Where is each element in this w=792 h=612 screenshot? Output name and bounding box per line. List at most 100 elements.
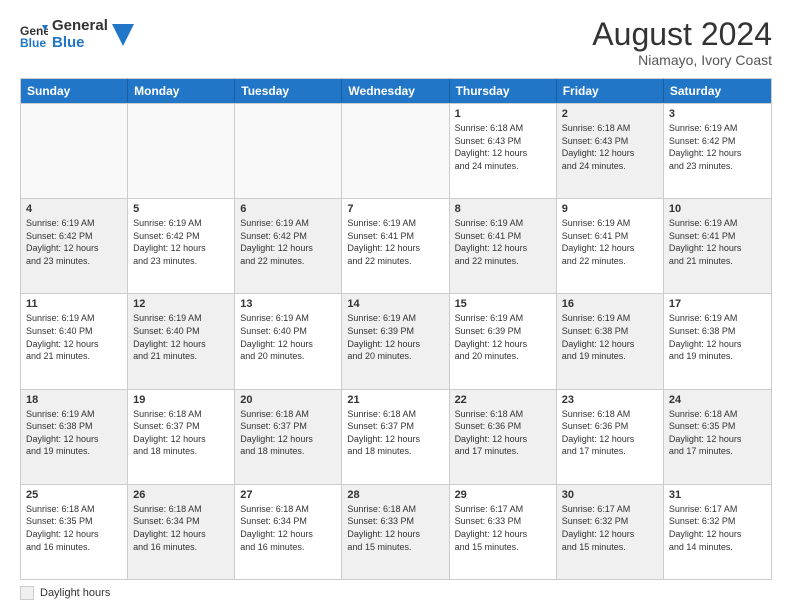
day-info: Sunrise: 6:18 AM Sunset: 6:35 PM Dayligh… (26, 503, 122, 553)
day-cell (342, 104, 449, 198)
day-number: 18 (26, 394, 122, 406)
day-header-wednesday: Wednesday (342, 79, 449, 103)
day-info: Sunrise: 6:18 AM Sunset: 6:36 PM Dayligh… (562, 408, 658, 458)
day-info: Sunrise: 6:18 AM Sunset: 6:36 PM Dayligh… (455, 408, 551, 458)
day-number: 15 (455, 298, 551, 310)
week-row-1: 1 Sunrise: 6:18 AM Sunset: 6:43 PM Daylig… (21, 103, 771, 198)
day-info: Sunrise: 6:19 AM Sunset: 6:39 PM Dayligh… (455, 312, 551, 362)
header: General Blue General Blue August 2024 Ni… (20, 18, 772, 68)
day-info: Sunrise: 6:18 AM Sunset: 6:33 PM Dayligh… (347, 503, 443, 553)
logo: General Blue General Blue (20, 18, 134, 51)
day-info: Sunrise: 6:17 AM Sunset: 6:32 PM Dayligh… (562, 503, 658, 553)
day-cell: 9 Sunrise: 6:19 AM Sunset: 6:41 PM Daylig… (557, 199, 664, 293)
day-info: Sunrise: 6:19 AM Sunset: 6:41 PM Dayligh… (455, 217, 551, 267)
logo-icon: General Blue (20, 21, 48, 49)
day-number: 31 (669, 489, 766, 501)
day-cell: 15 Sunrise: 6:19 AM Sunset: 6:39 PM Dayli… (450, 294, 557, 388)
day-info: Sunrise: 6:17 AM Sunset: 6:32 PM Dayligh… (669, 503, 766, 553)
day-cell: 24 Sunrise: 6:18 AM Sunset: 6:35 PM Dayli… (664, 390, 771, 484)
day-cell: 7Sunrise: 6:19 AM Sunset: 6:41 PM Daylig… (342, 199, 449, 293)
day-number: 4 (26, 203, 122, 215)
day-info: Sunrise: 6:19 AM Sunset: 6:41 PM Dayligh… (562, 217, 658, 267)
week-row-4: 18 Sunrise: 6:19 AM Sunset: 6:38 PM Dayli… (21, 389, 771, 484)
day-cell: 21 Sunrise: 6:18 AM Sunset: 6:37 PM Dayli… (342, 390, 449, 484)
day-number: 25 (26, 489, 122, 501)
day-cell: 22Sunrise: 6:18 AM Sunset: 6:36 PM Dayli… (450, 390, 557, 484)
day-info: Sunrise: 6:18 AM Sunset: 6:37 PM Dayligh… (347, 408, 443, 458)
day-header-tuesday: Tuesday (235, 79, 342, 103)
day-cell: 4 Sunrise: 6:19 AM Sunset: 6:42 PM Daylig… (21, 199, 128, 293)
day-info: Sunrise: 6:18 AM Sunset: 6:34 PM Dayligh… (133, 503, 229, 553)
day-number: 11 (26, 298, 122, 310)
day-info: Sunrise: 6:19 AM Sunset: 6:40 PM Dayligh… (240, 312, 336, 362)
day-cell: 16 Sunrise: 6:19 AM Sunset: 6:38 PM Dayli… (557, 294, 664, 388)
day-number: 8 (455, 203, 551, 215)
day-cell: 10 Sunrise: 6:19 AM Sunset: 6:41 PM Dayli… (664, 199, 771, 293)
logo-general: General (52, 18, 108, 35)
day-number: 9 (562, 203, 658, 215)
month-year: August 2024 (592, 18, 772, 50)
day-cell: 11Sunrise: 6:19 AM Sunset: 6:40 PM Dayli… (21, 294, 128, 388)
day-info: Sunrise: 6:18 AM Sunset: 6:34 PM Dayligh… (240, 503, 336, 553)
day-info: Sunrise: 6:19 AM Sunset: 6:42 PM Dayligh… (133, 217, 229, 267)
day-number: 5 (133, 203, 229, 215)
logo-triangle-icon (112, 24, 134, 46)
day-header-thursday: Thursday (450, 79, 557, 103)
day-cell: 2 Sunrise: 6:18 AM Sunset: 6:43 PM Daylig… (557, 104, 664, 198)
day-cell (21, 104, 128, 198)
day-cell: 3Sunrise: 6:19 AM Sunset: 6:42 PM Daylig… (664, 104, 771, 198)
day-cell: 25 Sunrise: 6:18 AM Sunset: 6:35 PM Dayli… (21, 485, 128, 579)
day-number: 12 (133, 298, 229, 310)
day-number: 30 (562, 489, 658, 501)
day-number: 10 (669, 203, 766, 215)
day-number: 28 (347, 489, 443, 501)
day-info: Sunrise: 6:19 AM Sunset: 6:38 PM Dayligh… (26, 408, 122, 458)
day-number: 14 (347, 298, 443, 310)
day-cell: 8 Sunrise: 6:19 AM Sunset: 6:41 PM Daylig… (450, 199, 557, 293)
day-info: Sunrise: 6:19 AM Sunset: 6:40 PM Dayligh… (133, 312, 229, 362)
daylight-label: Daylight hours (40, 587, 110, 599)
day-number: 26 (133, 489, 229, 501)
day-cell: 29Sunrise: 6:17 AM Sunset: 6:33 PM Dayli… (450, 485, 557, 579)
day-info: Sunrise: 6:19 AM Sunset: 6:42 PM Dayligh… (240, 217, 336, 267)
week-row-2: 4 Sunrise: 6:19 AM Sunset: 6:42 PM Daylig… (21, 198, 771, 293)
day-cell: 19Sunrise: 6:18 AM Sunset: 6:37 PM Dayli… (128, 390, 235, 484)
day-number: 6 (240, 203, 336, 215)
day-info: Sunrise: 6:19 AM Sunset: 6:38 PM Dayligh… (562, 312, 658, 362)
day-cell: 12 Sunrise: 6:19 AM Sunset: 6:40 PM Dayli… (128, 294, 235, 388)
week-row-3: 11 Sunrise: 6:19 AM Sunset: 6:40 PM Dayli… (21, 293, 771, 388)
day-cell (235, 104, 342, 198)
title-block: August 2024 Niamayo, Ivory Coast (592, 18, 772, 68)
day-info: Sunrise: 6:17 AM Sunset: 6:33 PM Dayligh… (455, 503, 551, 553)
day-header-sunday: Sunday (21, 79, 128, 103)
day-info: Sunrise: 6:18 AM Sunset: 6:35 PM Dayligh… (669, 408, 766, 458)
day-cell: 26 Sunrise: 6:18 AM Sunset: 6:34 PM Dayli… (128, 485, 235, 579)
day-number: 3 (669, 108, 766, 120)
day-cell: 30 Sunrise: 6:17 AM Sunset: 6:32 PM Dayli… (557, 485, 664, 579)
day-number: 1 (455, 108, 551, 120)
day-number: 17 (669, 298, 766, 310)
svg-text:Blue: Blue (20, 36, 46, 49)
day-cell: 27Sunrise: 6:18 AM Sunset: 6:34 PM Dayli… (235, 485, 342, 579)
day-cell: 6 Sunrise: 6:19 AM Sunset: 6:42 PM Daylig… (235, 199, 342, 293)
footer: Daylight hours (20, 586, 772, 600)
day-number: 2 (562, 108, 658, 120)
day-info: Sunrise: 6:19 AM Sunset: 6:42 PM Dayligh… (26, 217, 122, 267)
day-number: 16 (562, 298, 658, 310)
location: Niamayo, Ivory Coast (592, 52, 772, 68)
day-number: 20 (240, 394, 336, 406)
day-header-saturday: Saturday (664, 79, 771, 103)
day-info: Sunrise: 6:19 AM Sunset: 6:38 PM Dayligh… (669, 312, 766, 362)
day-info: Sunrise: 6:19 AM Sunset: 6:41 PM Dayligh… (669, 217, 766, 267)
day-number: 23 (562, 394, 658, 406)
day-number: 24 (669, 394, 766, 406)
day-number: 21 (347, 394, 443, 406)
day-cell: 1Sunrise: 6:18 AM Sunset: 6:43 PM Daylig… (450, 104, 557, 198)
day-cell: 18 Sunrise: 6:19 AM Sunset: 6:38 PM Dayli… (21, 390, 128, 484)
day-info: Sunrise: 6:18 AM Sunset: 6:37 PM Dayligh… (240, 408, 336, 458)
daylight-box (20, 586, 34, 600)
day-info: Sunrise: 6:18 AM Sunset: 6:43 PM Dayligh… (562, 122, 658, 172)
day-cell: 13Sunrise: 6:19 AM Sunset: 6:40 PM Dayli… (235, 294, 342, 388)
day-cell (128, 104, 235, 198)
day-header-friday: Friday (557, 79, 664, 103)
